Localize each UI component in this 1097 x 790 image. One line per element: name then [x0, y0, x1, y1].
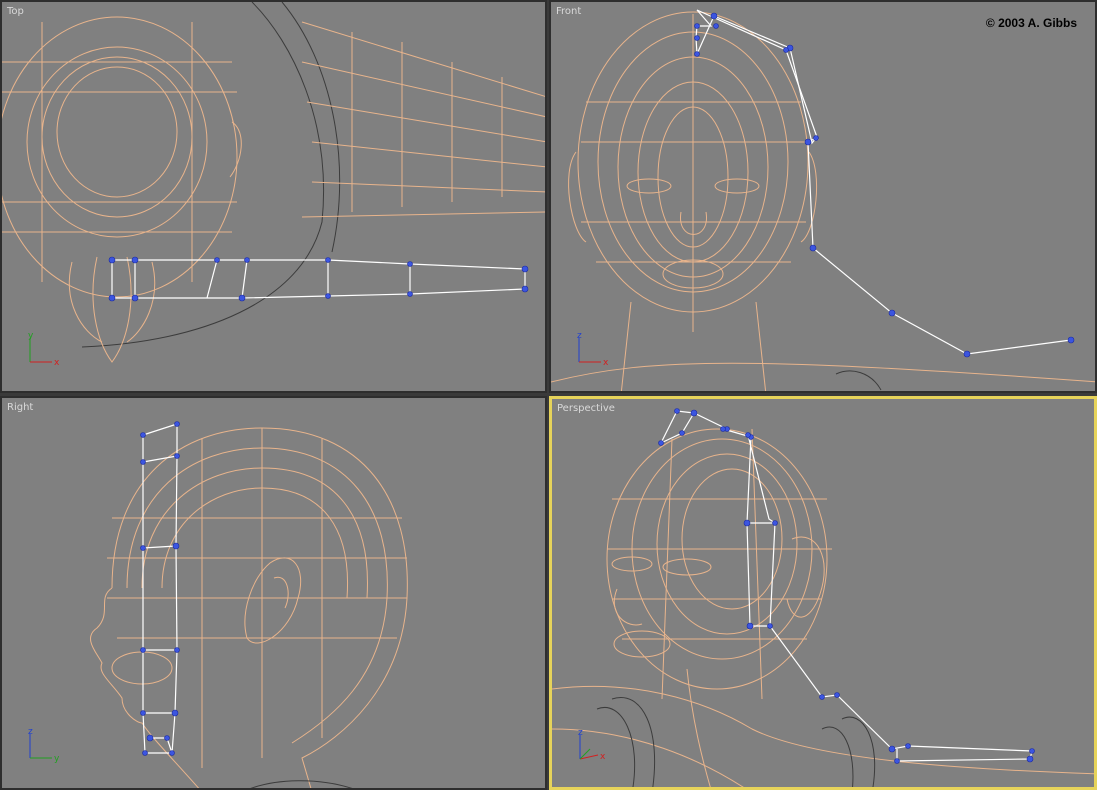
- axis-tripod-right: z y: [28, 728, 60, 764]
- front-rig-chain: [694, 9, 1075, 358]
- top-rig-chain: [108, 256, 529, 302]
- axis-tripod-front: z x: [577, 332, 609, 368]
- axis-h-front: x: [603, 358, 609, 368]
- axis-v-top: y: [28, 332, 34, 341]
- front-view-mesh: [551, 9, 1095, 391]
- axis-v-perspective: z: [578, 729, 583, 738]
- right-rig-chain: [140, 421, 180, 756]
- axis-h-right: y: [54, 754, 60, 764]
- viewport-label-front[interactable]: Front: [556, 6, 581, 17]
- axis-tripod-perspective: z x: [578, 729, 606, 762]
- viewport-label-perspective[interactable]: Perspective: [557, 403, 615, 414]
- viewport-right[interactable]: Right z y: [0, 396, 547, 790]
- perspective-view-mesh: [552, 408, 1094, 787]
- viewport-perspective[interactable]: Perspective z x: [549, 396, 1097, 790]
- axis-v-right: z: [28, 728, 33, 737]
- viewport-label-top[interactable]: Top: [7, 6, 24, 17]
- axis-h-perspective: x: [600, 752, 606, 762]
- axis-v-front: z: [577, 332, 582, 341]
- axis-h-top: x: [54, 358, 60, 368]
- viewport-front[interactable]: Front © 2003 A. Gibbs z x: [549, 0, 1097, 393]
- copyright-text: © 2003 A. Gibbs: [985, 16, 1077, 30]
- top-view-mesh: [2, 2, 545, 363]
- axis-tripod-top: y x: [28, 332, 60, 368]
- right-view-mesh: [90, 421, 408, 788]
- viewport-label-right[interactable]: Right: [7, 402, 33, 413]
- viewport-top[interactable]: Top y x: [0, 0, 547, 393]
